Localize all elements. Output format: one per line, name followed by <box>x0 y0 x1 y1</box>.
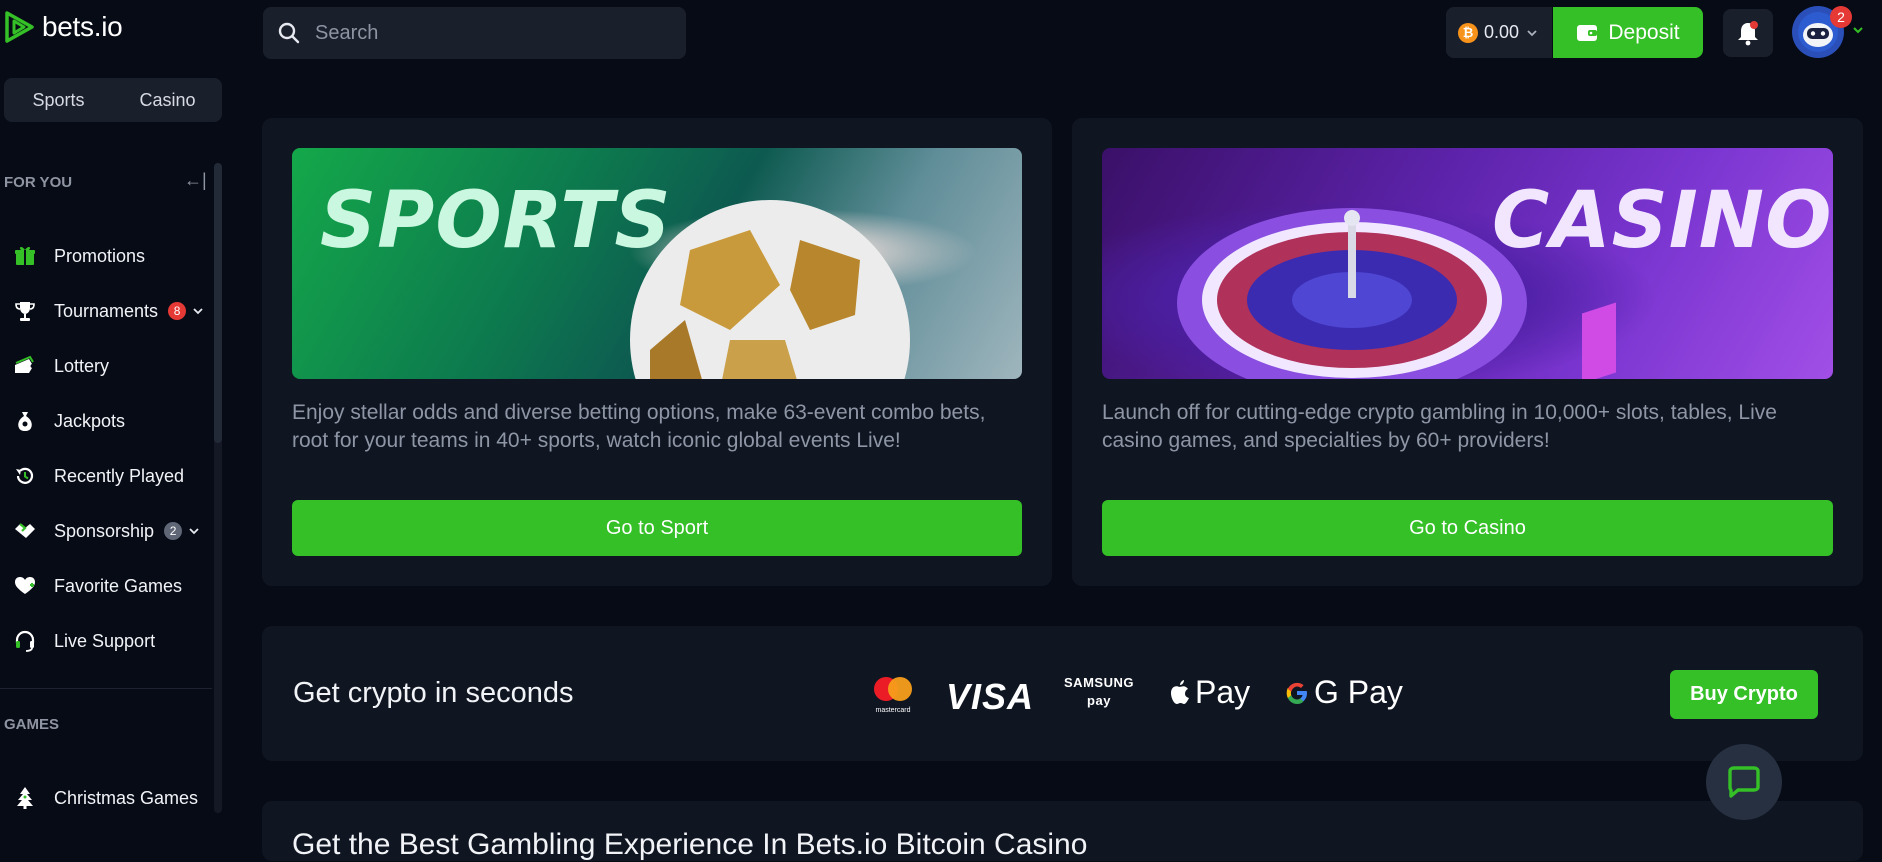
seo-section-title: Get the Best Gambling Experience In Bets… <box>292 828 1088 861</box>
go-to-sport-button[interactable]: Go to Sport <box>292 500 1022 556</box>
for-you-heading: FOR YOU <box>4 174 73 191</box>
visa-logo: VISA <box>946 676 1035 717</box>
history-icon <box>12 463 38 489</box>
bell-icon <box>1738 21 1758 46</box>
brand-logo[interactable]: bets.io <box>4 10 123 44</box>
sports-banner-image[interactable]: SPORTS <box>292 148 1022 379</box>
apple-icon <box>1171 679 1189 704</box>
notification-count-badge: 2 <box>1830 6 1852 28</box>
casino-banner-title: CASINO <box>1492 176 1833 266</box>
sidebar-item-lottery[interactable]: Lottery <box>12 351 210 381</box>
google-pay-wordmark: G Pay <box>1314 674 1403 710</box>
sidebar-item-live-support[interactable]: Live Support <box>12 626 210 656</box>
money-bag-icon <box>12 408 38 434</box>
sidebar-item-promotions[interactable]: Promotions <box>12 241 210 271</box>
chevron-down-icon[interactable] <box>1851 23 1865 37</box>
sports-description: Enjoy stellar odds and diverse betting o… <box>292 401 986 452</box>
sidebar-item-tournaments[interactable]: Tournaments 8 <box>12 296 210 326</box>
apple-pay-logo: Pay <box>1168 674 1250 711</box>
product-switcher: Sports Casino <box>4 78 222 122</box>
sidebar-item-christmas-games[interactable]: Christmas Games <box>12 783 210 813</box>
balance-amount: 0.00 <box>1484 22 1520 42</box>
balance-selector[interactable]: ₿ 0.00 <box>1446 7 1552 58</box>
trophy-icon <box>12 298 38 324</box>
bitcoin-icon: ₿ <box>1458 22 1478 43</box>
sidebar-item-label: Christmas Games <box>54 787 199 808</box>
samsung-pay-logo: SAMSUNG pay <box>1058 674 1140 710</box>
wallet-icon <box>1577 24 1598 41</box>
chevron-down-icon <box>1527 29 1537 36</box>
chat-support-button[interactable] <box>1706 744 1782 820</box>
notifications-button[interactable] <box>1723 9 1773 57</box>
sidebar-scrollbar-thumb[interactable] <box>214 163 222 443</box>
sidebar-item-sponsorship[interactable]: Sponsorship 2 <box>12 516 210 546</box>
ticket-icon <box>12 353 38 379</box>
tab-casino[interactable]: Casino <box>113 78 222 122</box>
chat-bubble-icon <box>1728 766 1760 798</box>
bets-logo-icon <box>5 11 34 43</box>
games-heading: GAMES <box>4 716 60 733</box>
tab-sports[interactable]: Sports <box>4 78 113 122</box>
deposit-label: Deposit <box>1608 20 1680 44</box>
go-to-casino-button[interactable]: Go to Casino <box>1102 500 1833 556</box>
heart-icon <box>12 573 38 599</box>
sidebar-item-label: Recently Played <box>54 465 185 486</box>
crypto-banner-title: Get crypto in seconds <box>293 677 574 709</box>
christmas-tree-icon <box>12 785 38 811</box>
casino-banner-image[interactable]: CASINO <box>1102 148 1833 379</box>
sponsorship-count-badge: 2 <box>164 522 183 540</box>
sidebar-item-label: Jackpots <box>54 410 126 431</box>
chevron-down-icon <box>193 308 203 315</box>
sidebar-item-label: Sponsorship <box>54 520 155 541</box>
gift-icon <box>12 243 38 269</box>
google-g-icon <box>1286 682 1307 704</box>
search-box[interactable] <box>263 7 686 59</box>
samsung-pay-wordmark: SAMSUNG pay <box>1064 675 1134 708</box>
sports-banner-title: SPORTS <box>320 176 672 266</box>
sidebar-item-label: Lottery <box>54 355 110 376</box>
casino-description: Launch off for cutting-edge crypto gambl… <box>1102 401 1777 452</box>
search-icon <box>278 22 300 44</box>
sidebar-item-label: Promotions <box>54 245 146 266</box>
headset-icon <box>12 628 38 654</box>
apple-pay-wordmark: Pay <box>1195 674 1251 710</box>
collapse-sidebar-icon[interactable]: ←| <box>184 170 207 191</box>
mastercard-logo: mastercard <box>872 674 914 714</box>
deposit-button[interactable]: Deposit <box>1553 7 1703 58</box>
handshake-icon <box>12 518 38 544</box>
mastercard-wordmark: mastercard <box>875 707 910 714</box>
sidebar-item-favorite-games[interactable]: Favorite Games <box>12 571 210 601</box>
sidebar-divider <box>0 688 212 689</box>
chevron-down-icon <box>189 528 199 535</box>
roulette-wheel-icon <box>1177 208 1527 379</box>
sidebar-item-recently-played[interactable]: Recently Played <box>12 461 210 491</box>
chip-stack-shape <box>1582 302 1616 379</box>
sidebar-item-label: Favorite Games <box>54 575 183 596</box>
sidebar-item-label: Tournaments <box>54 300 159 321</box>
google-pay-logo: G Pay <box>1284 674 1403 711</box>
tournaments-count-badge: 8 <box>168 302 187 320</box>
sidebar-item-label: Live Support <box>54 630 156 651</box>
search-input[interactable] <box>313 20 653 46</box>
buy-crypto-button[interactable]: Buy Crypto <box>1670 670 1818 719</box>
sidebar-item-jackpots[interactable]: Jackpots <box>12 406 210 436</box>
brand-name: bets.io <box>42 11 123 42</box>
